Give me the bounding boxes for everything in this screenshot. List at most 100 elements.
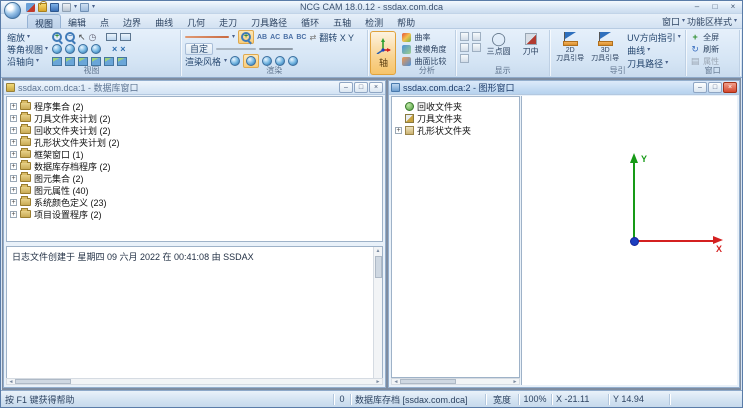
expander-icon[interactable]: +: [10, 199, 17, 206]
iso-view-icon[interactable]: [52, 44, 62, 54]
tree-item[interactable]: +孔形状文件夹计划 (2): [10, 136, 382, 148]
tab-point[interactable]: 点: [93, 14, 116, 28]
tab-toolpath[interactable]: 刀具路径: [244, 14, 294, 28]
tree-item[interactable]: 回收文件夹: [395, 100, 519, 112]
chevron-down-icon[interactable]: ▾: [232, 33, 235, 41]
tab-passes[interactable]: 走刀: [212, 14, 244, 28]
titlebar[interactable]: ▾ ▾ NCG CAM 18.0.12 - ssdax.com.dca – □ …: [1, 1, 742, 14]
zoom-previous-icon[interactable]: ◷: [89, 32, 97, 42]
graphics-window-titlebar[interactable]: ssdax.com.dca:2 - 图形窗口 – □ ×: [389, 81, 739, 95]
line-style-sample[interactable]: [216, 48, 256, 50]
tree-item[interactable]: +图元属性 (40): [10, 184, 382, 196]
flip-icon[interactable]: ⇄: [309, 33, 316, 42]
flip-xy-button[interactable]: 翻转 X Y: [319, 31, 354, 44]
menu-ribbon-style-dropdown-icon[interactable]: ▾: [734, 17, 737, 25]
monitor-icon[interactable]: [106, 33, 117, 41]
tree-item[interactable]: +数据库存档程序 (2): [10, 160, 382, 172]
view-pair-ac-icon[interactable]: AC: [270, 34, 280, 41]
display-toggle-icon[interactable]: [460, 32, 469, 41]
close-view-icon[interactable]: ×: [112, 45, 117, 54]
display-toggle-icon[interactable]: [472, 32, 481, 41]
zoom-in-icon[interactable]: +: [52, 32, 62, 42]
scroll-up-icon[interactable]: ▲: [376, 247, 381, 255]
scroll-right-icon[interactable]: ►: [511, 379, 519, 385]
zoom-pointer-icon[interactable]: ↖: [78, 32, 86, 42]
tab-geometry[interactable]: 几何: [180, 14, 212, 28]
fullscreen-button[interactable]: +全屏: [690, 31, 735, 43]
expander-icon[interactable]: +: [10, 175, 17, 182]
scroll-right-icon[interactable]: ►: [374, 379, 382, 385]
expander-icon[interactable]: +: [395, 127, 402, 134]
zoom-out-icon[interactable]: −: [65, 32, 75, 42]
three-point-circle-button[interactable]: ◯ 三点圆: [484, 31, 513, 56]
scrollbar-thumb[interactable]: [400, 379, 456, 384]
view-pair-ab-icon[interactable]: AB: [257, 34, 267, 41]
graphics-tree[interactable]: 回收文件夹 刀具文件夹 +孔形状文件夹: [391, 96, 520, 378]
expander-icon[interactable]: +: [10, 127, 17, 134]
render-mode-active-icon[interactable]: [243, 54, 259, 68]
along-axis-dropdown[interactable]: 沿轴向▾: [7, 55, 49, 68]
scrollbar-thumb[interactable]: [15, 379, 71, 384]
close-button[interactable]: ×: [724, 1, 742, 13]
database-horizontal-scrollbar[interactable]: ◄ ►: [6, 378, 383, 385]
child-maximize-button[interactable]: □: [354, 82, 368, 93]
render-style-dropdown[interactable]: 渲染风格: [185, 55, 221, 68]
tab-cycles[interactable]: 循环: [294, 14, 326, 28]
scroll-left-icon[interactable]: ◄: [392, 379, 400, 385]
axis-view-icon[interactable]: [104, 57, 114, 66]
tool-center-button[interactable]: 刀中: [516, 31, 545, 56]
log-vertical-scrollbar[interactable]: ▲: [373, 247, 382, 378]
tree-item[interactable]: +刀具文件夹计划 (2): [10, 112, 382, 124]
tab-five-axis[interactable]: 五轴: [326, 14, 358, 28]
tab-edit[interactable]: 编辑: [61, 14, 93, 28]
axis-view-icon[interactable]: [91, 57, 101, 66]
custom-button[interactable]: 自定: [185, 43, 213, 55]
tree-item[interactable]: +程序集合 (2): [10, 100, 382, 112]
expander-icon[interactable]: +: [10, 187, 17, 194]
draft-angle-button[interactable]: 拔模角度: [402, 43, 451, 55]
tab-help[interactable]: 帮助: [390, 14, 422, 28]
chevron-down-icon[interactable]: ▾: [224, 57, 227, 65]
tab-inspect[interactable]: 检测: [358, 14, 390, 28]
guide-3d-button[interactable]: 3D 刀具引导: [589, 31, 621, 63]
menu-window-dropdown-icon[interactable]: ▾: [682, 17, 685, 25]
curvature-button[interactable]: 曲率: [402, 31, 451, 43]
close-all-views-icon[interactable]: ×: [120, 45, 125, 54]
axis-view-icon[interactable]: [52, 57, 62, 66]
minimize-button[interactable]: –: [688, 1, 706, 13]
tree-item[interactable]: +孔形状文件夹: [395, 124, 519, 136]
database-tree[interactable]: +程序集合 (2) +刀具文件夹计划 (2) +回收文件夹计划 (2) +孔形状…: [6, 96, 383, 242]
child-close-button[interactable]: ×: [369, 82, 383, 93]
view-pair-ba-icon[interactable]: BA: [283, 34, 293, 41]
guide-2d-button[interactable]: 2D 刀具引导: [554, 31, 586, 63]
display-toggle-icon[interactable]: [460, 43, 469, 52]
child-maximize-button[interactable]: □: [708, 82, 722, 93]
graphics-canvas[interactable]: Y X: [521, 96, 737, 385]
maximize-button[interactable]: □: [706, 1, 724, 13]
axis-toggle-button[interactable]: 轴: [370, 31, 396, 75]
expander-icon[interactable]: +: [10, 163, 17, 170]
tree-item[interactable]: +项目设置程序 (2): [10, 208, 382, 220]
menu-ribbon-style[interactable]: 功能区样式: [687, 15, 732, 28]
tree-item[interactable]: +系统颜色定义 (23): [10, 196, 382, 208]
tab-curve[interactable]: 曲线: [148, 14, 180, 28]
tree-item[interactable]: 刀具文件夹: [395, 112, 519, 124]
axis-view-icon[interactable]: [78, 57, 88, 66]
tree-item[interactable]: +回收文件夹计划 (2): [10, 124, 382, 136]
scrollbar-thumb[interactable]: [375, 256, 382, 278]
iso-view-icon[interactable]: [78, 44, 88, 54]
expander-icon[interactable]: +: [10, 151, 17, 158]
curve-dropdown[interactable]: 曲线▾: [627, 44, 681, 56]
expander-icon[interactable]: +: [10, 115, 17, 122]
expander-icon[interactable]: +: [10, 103, 17, 110]
app-logo-icon[interactable]: [4, 2, 21, 19]
display-toggle-icon[interactable]: [472, 43, 481, 52]
axis-view-icon[interactable]: [117, 57, 127, 66]
database-window-titlebar[interactable]: ssdax.com.dca:1 - 数据库窗口 – □ ×: [4, 81, 385, 95]
expander-icon[interactable]: +: [10, 211, 17, 218]
render-mode-icon[interactable]: [275, 56, 285, 66]
monitor-split-icon[interactable]: [120, 33, 131, 41]
render-mode-icon[interactable]: [230, 56, 240, 66]
tree-item[interactable]: +框架窗口 (1): [10, 148, 382, 160]
render-mode-icon[interactable]: [288, 56, 298, 66]
